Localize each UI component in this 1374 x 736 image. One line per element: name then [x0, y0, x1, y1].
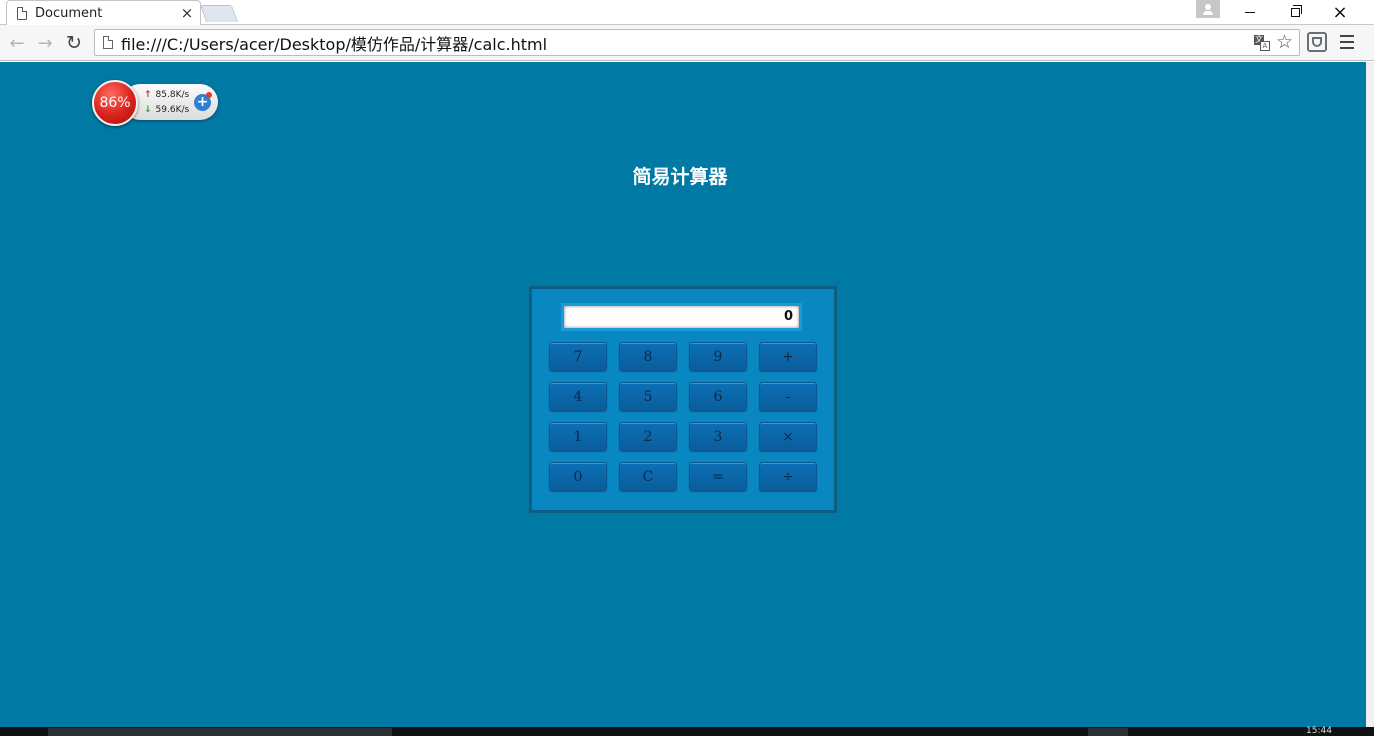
calculator: 0 7 8 9 + 4 5 6 - 1 2 3 × 0 C = ÷ [529, 286, 837, 513]
key-3[interactable]: 3 [689, 422, 747, 451]
taskbar-item[interactable] [48, 728, 392, 736]
key-6[interactable]: 6 [689, 382, 747, 411]
key-equals[interactable]: = [689, 462, 747, 491]
key-1[interactable]: 1 [549, 422, 607, 451]
file-icon [103, 36, 113, 49]
key-4[interactable]: 4 [549, 382, 607, 411]
network-speed-widget[interactable]: 86% ↑ 85.8K/s ↓ 59.6K/s + [92, 80, 218, 126]
key-subtract[interactable]: - [759, 382, 817, 411]
download-speed-row: ↓ 59.6K/s [144, 103, 189, 118]
upload-speed: 85.8K/s [155, 90, 190, 100]
bookmark-star-icon[interactable]: ☆ [1276, 33, 1293, 52]
translate-icon-target: A [1259, 40, 1270, 51]
memory-usage-ball[interactable]: 86% [92, 80, 138, 126]
translate-icon[interactable]: 文 A [1253, 34, 1270, 51]
tab-strip: Document × × [0, 0, 1374, 25]
key-9[interactable]: 9 [689, 342, 747, 371]
download-speed: 59.6K/s [155, 105, 190, 115]
window-close-button[interactable]: × [1318, 0, 1362, 24]
taskbar-item[interactable] [1088, 728, 1128, 736]
os-taskbar: 15:44 [0, 726, 1374, 736]
extension-icon-glyph [1312, 37, 1322, 47]
new-tab-button[interactable] [199, 5, 239, 22]
menu-icon-bar [1340, 35, 1354, 37]
forward-icon[interactable]: → [33, 31, 57, 55]
profile-icon[interactable] [1196, 0, 1220, 18]
back-icon[interactable]: ← [5, 31, 29, 55]
menu-icon-bar [1340, 47, 1354, 49]
tab-document[interactable]: Document × [6, 0, 201, 25]
key-multiply[interactable]: × [759, 422, 817, 451]
calculator-display[interactable]: 0 [561, 303, 802, 331]
taskbar-clock: 15:44 [1306, 726, 1332, 736]
page-viewport: 86% ↑ 85.8K/s ↓ 59.6K/s + 简易计算器 0 7 8 9 + … [0, 62, 1366, 727]
menu-icon-bar [1340, 41, 1354, 43]
key-5[interactable]: 5 [619, 382, 677, 411]
key-7[interactable]: 7 [549, 342, 607, 371]
key-0[interactable]: 0 [549, 462, 607, 491]
extension-icon[interactable] [1307, 32, 1327, 52]
key-clear[interactable]: C [619, 462, 677, 491]
key-add[interactable]: + [759, 342, 817, 371]
key-8[interactable]: 8 [619, 342, 677, 371]
reload-icon[interactable]: ↻ [62, 31, 86, 55]
page-title: 简易计算器 [632, 166, 728, 188]
notification-dot [206, 92, 212, 98]
vertical-scrollbar[interactable] [1366, 62, 1374, 727]
page-icon [17, 6, 27, 20]
url-text[interactable]: file:///C:/Users/acer/Desktop/模仿作品/计算器/c… [121, 31, 1254, 55]
address-bar[interactable]: file:///C:/Users/acer/Desktop/模仿作品/计算器/c… [94, 29, 1300, 56]
minimize-button[interactable] [1228, 0, 1272, 24]
restore-icon [1290, 4, 1302, 17]
menu-icon[interactable] [1340, 35, 1354, 49]
tab-close-icon[interactable]: × [178, 4, 196, 22]
upload-arrow-icon: ↑ [144, 90, 152, 100]
network-speeds: ↑ 85.8K/s ↓ 59.6K/s [144, 88, 189, 118]
profile-head [1205, 4, 1211, 10]
calculator-keypad: 7 8 9 + 4 5 6 - 1 2 3 × 0 C = ÷ [549, 342, 817, 491]
restore-button[interactable] [1273, 0, 1317, 24]
profile-body [1203, 11, 1213, 15]
browser-toolbar: ← → ↻ file:///C:/Users/acer/Desktop/模仿作品… [0, 25, 1374, 61]
minimize-icon [1245, 11, 1255, 13]
tab-title: Document [35, 5, 103, 21]
key-2[interactable]: 2 [619, 422, 677, 451]
key-divide[interactable]: ÷ [759, 462, 817, 491]
download-arrow-icon: ↓ [144, 105, 152, 115]
upload-speed-row: ↑ 85.8K/s [144, 88, 189, 103]
